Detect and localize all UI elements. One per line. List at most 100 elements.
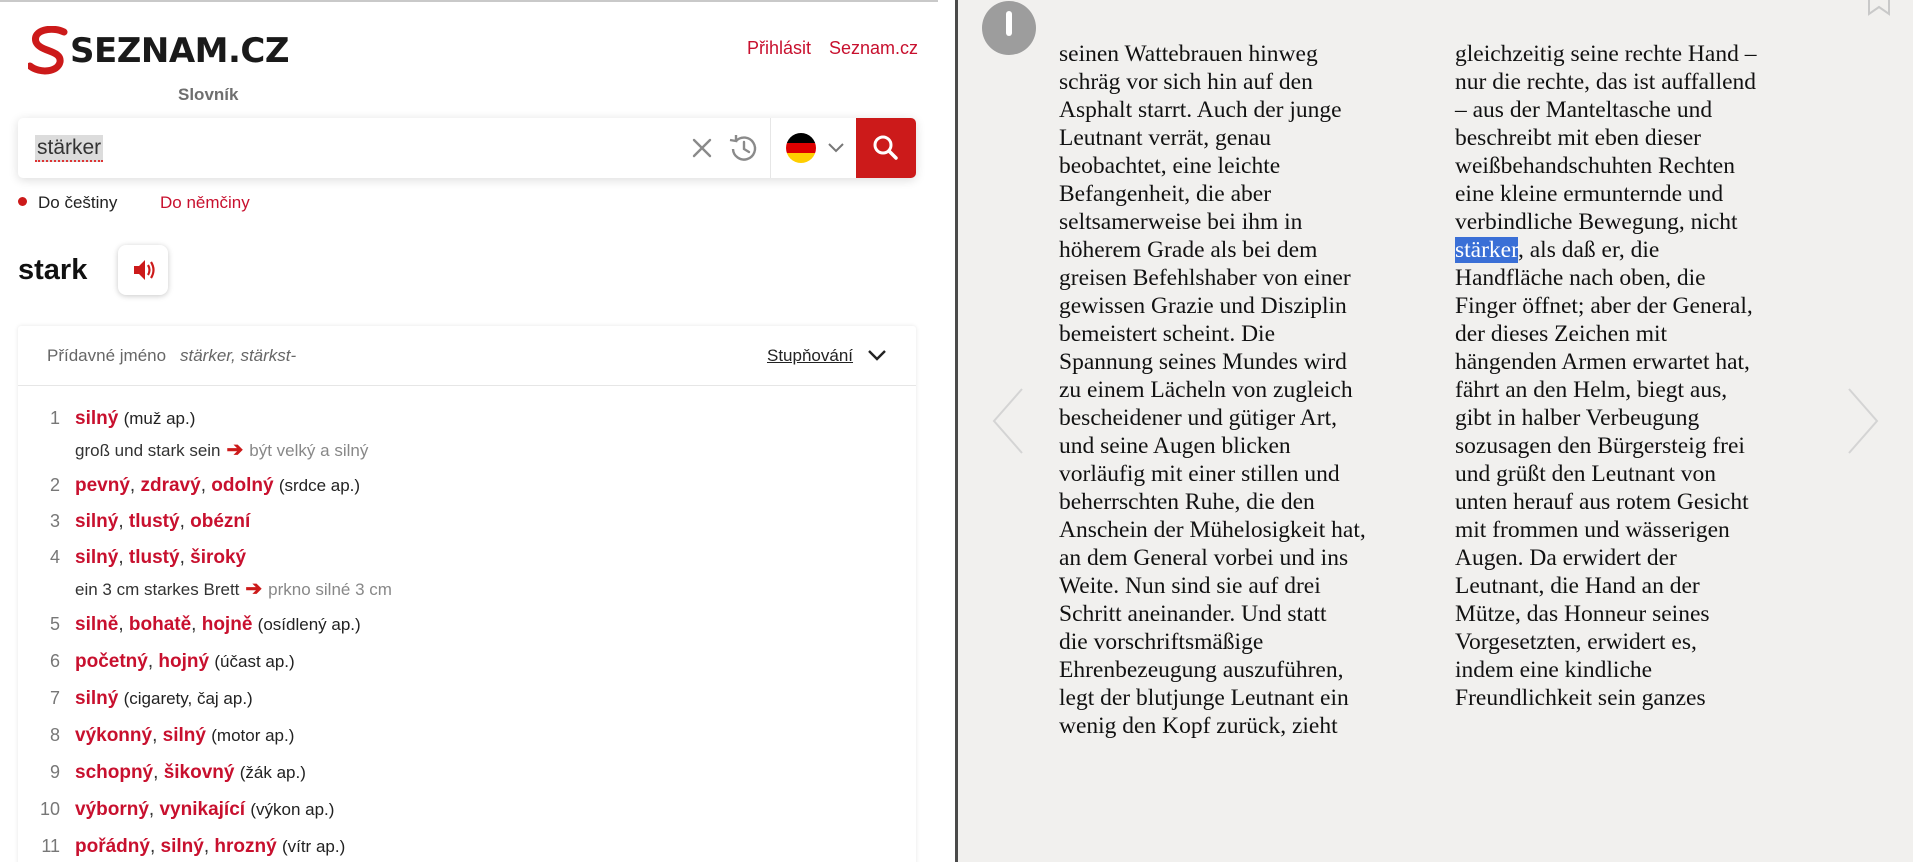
book-line: Leutnant verrät, genau [1059,125,1272,151]
translation-link[interactable]: vynikající [159,799,245,820]
book-line: seinen Wattebrauen hinweg [1059,41,1318,67]
translation-link[interactable]: silný [161,836,204,857]
book-line: Schritt aneinander. Und statt [1059,601,1327,627]
entry-card: Přídavné jméno stärker, stärkst- Stupňov… [18,326,916,862]
book-line: Leutnant, die Hand an der [1455,573,1700,599]
sense-translations: silný (muž ap.) [75,408,195,430]
book-line: der dieses Zeichen mit [1455,321,1668,347]
chevron-down-icon[interactable] [866,346,888,366]
translation-link[interactable]: silný [75,408,118,429]
history-icon [729,135,757,161]
book-line: greisen Befehlshaber von einer [1059,265,1351,291]
separator: , [148,799,160,820]
book-line: beobachtet, eine leichte [1059,153,1281,179]
translation-link[interactable]: silný [75,688,118,709]
translation-link[interactable]: pořádný [75,836,150,857]
book-line: Befangenheit, die aber [1059,181,1272,207]
book-line: sozusagen den Bürgersteig frei [1455,433,1745,459]
example-translation: prkno silné 3 cm [268,580,392,599]
seznam-home-link[interactable]: Seznam.cz [829,38,918,59]
logo-subtitle: Slovník [178,85,239,104]
sense-translations: silný, tlustý, široký [75,547,246,569]
gradation-button[interactable]: Stupňování [767,346,853,366]
separator: , [147,651,159,672]
translation-link[interactable]: hojně [202,614,253,635]
history-button[interactable] [727,132,761,164]
previous-page-icon[interactable] [990,386,1026,456]
translation-link[interactable]: šikovný [164,762,235,783]
window-top-border [0,0,938,2]
translation-link[interactable]: výborný [75,799,149,820]
part-of-speech: Přídavné jméno [47,346,167,365]
sense-translations: početný, hojný (účast ap.) [75,651,295,673]
book-line: stärker, als daß er, die [1455,236,1825,264]
book-line: und seine Augen blicken [1059,433,1291,459]
info-button[interactable] [982,1,1036,55]
sense-translations: pořádný, silný, hrozný (vítr ap.) [75,836,345,858]
reader-pane: seinen Wattebrauen hinweg schräg vor sich… [955,0,1913,862]
sense-number: 11 [41,836,60,856]
translation-link[interactable]: schopný [75,762,153,783]
translation-link[interactable]: tlustý [129,511,180,532]
sense-context: (žák ap.) [239,763,306,782]
sense-number: 5 [49,614,60,634]
arrow-right-icon: ➔ [226,439,244,461]
clear-search-button[interactable] [686,132,718,164]
book-line: gewissen Grazie und Disziplin [1059,293,1347,319]
direction-to-czech[interactable]: Do češtiny [18,193,117,213]
sense-number: 4 [49,547,60,567]
book-line: – aus der Manteltasche und [1455,97,1713,123]
book-line: seltsamerweise bei ihm in [1059,209,1303,235]
translation-link[interactable]: pevný [75,475,130,496]
book-line: Handfläche nach oben, die [1455,265,1706,291]
seznam-logo[interactable]: SEZNAM.CZ Slovník [28,22,290,104]
translation-link[interactable]: odolný [211,475,273,496]
search-input-text: stärker [35,135,104,162]
translation-link[interactable]: obézní [190,511,250,532]
german-flag-icon [786,133,816,163]
translation-link[interactable]: početný [75,651,148,672]
sense-context: (muž ap.) [123,409,196,428]
separator: , [129,475,141,496]
translation-link[interactable]: široký [190,547,246,568]
translation-link[interactable]: bohatě [129,614,191,635]
separator: , [179,547,191,568]
translation-link[interactable]: hrozný [214,836,276,857]
translation-link[interactable]: hojný [158,651,209,672]
search-input[interactable] [18,118,668,178]
book-line: weißbehandschuhten Rechten [1455,153,1735,179]
translation-link[interactable]: zdravý [140,475,200,496]
book-line: die vorschriftsmäßige [1059,629,1264,655]
sense-context: (vítr ap.) [281,837,346,856]
bookmark-icon[interactable] [1866,0,1892,16]
book-line: an dem General vorbei und ins [1059,545,1349,571]
book-column-2: gleichzeitig seine rechte Hand – nur die … [1455,40,1825,712]
book-line: gibt in halber Verbeugung [1455,405,1700,431]
search-button[interactable] [856,118,916,178]
sense-translations: silně, bohatě, hojně (osídlený ap.) [75,614,361,636]
next-page-icon[interactable] [1845,386,1881,456]
search-icon [873,135,898,160]
sense-number: 10 [39,799,60,819]
translation-link[interactable]: tlustý [129,547,180,568]
translation-link[interactable]: silný [163,725,206,746]
pronunciation-button[interactable] [118,245,168,295]
book-line: Vorgesetzten, erwidert es, [1455,629,1697,655]
sense-number: 6 [49,651,60,671]
translation-link[interactable]: silný [75,511,118,532]
book-line: Mütze, das Honneur seines [1455,601,1710,627]
translation-link[interactable]: silný [75,547,118,568]
headword: stark [18,254,88,286]
book-line: zu einem Lächeln von zugleich [1059,377,1353,403]
language-select[interactable] [782,130,862,166]
direction-to-german[interactable]: Do němčiny [160,193,250,213]
translation-link[interactable]: silně [75,614,118,635]
book-line: mit frommen und wässerigen [1455,517,1730,543]
selected-word[interactable]: stärker [1455,237,1518,263]
sense-number: 8 [49,725,60,745]
login-link[interactable]: Přihlásit [747,38,811,59]
pane-divider[interactable] [955,0,958,862]
translation-link[interactable]: výkonný [75,725,152,746]
example-phrase: groß und stark sein ➔ být velký a silný [75,437,368,462]
book-line: Anschein der Mühelosigkeit hat, [1059,517,1366,543]
